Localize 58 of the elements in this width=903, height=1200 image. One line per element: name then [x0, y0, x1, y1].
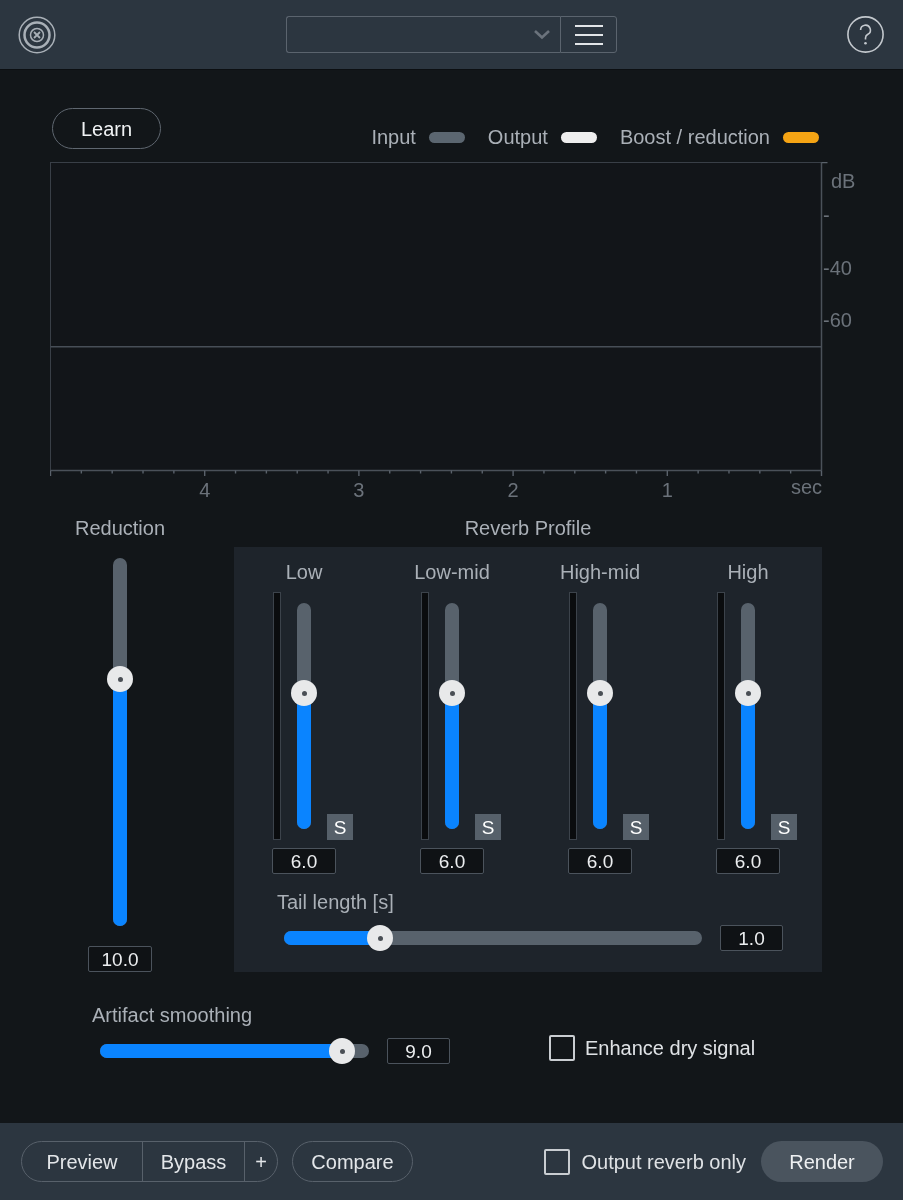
help-icon[interactable]	[847, 16, 884, 53]
slider-thumb[interactable]	[329, 1038, 356, 1064]
control-label: Reverb Profile	[464, 516, 592, 540]
render-button[interactable]: Render	[761, 1141, 883, 1182]
checkbox[interactable]	[544, 1148, 571, 1175]
control-label: High-mid	[560, 560, 640, 584]
value-field[interactable]: 6.0	[420, 848, 484, 874]
slider-thumb[interactable]	[735, 680, 761, 707]
solo-button[interactable]: S	[623, 814, 649, 840]
chevron-down-icon	[533, 29, 551, 40]
menu-icon	[574, 23, 603, 46]
vertical-slider[interactable]	[107, 558, 133, 926]
value-field[interactable]: 1.0	[720, 925, 783, 951]
horizontal-slider[interactable]	[100, 1038, 369, 1064]
legend-label: Input	[371, 125, 416, 149]
x-axis-label: sec	[790, 476, 822, 498]
solo-button[interactable]: S	[327, 814, 353, 840]
legend-label: Output	[487, 125, 548, 149]
bypass-button[interactable]: Bypass	[142, 1142, 244, 1181]
x-tick-label: 2	[507, 479, 519, 501]
control-label: High	[727, 560, 769, 584]
value-field[interactable]: 6.0	[272, 848, 336, 874]
slider-thumb[interactable]	[291, 680, 317, 707]
checkbox-label: Output reverb only	[581, 1149, 746, 1174]
logo-icon[interactable]	[18, 15, 56, 54]
y-tick-label: -40	[823, 256, 852, 279]
add-button[interactable]: +	[244, 1142, 277, 1181]
solo-button[interactable]: S	[771, 814, 797, 840]
y-axis-label: dB	[831, 170, 856, 192]
y-tick-label: -	[823, 204, 830, 227]
vertical-slider[interactable]	[291, 603, 317, 829]
control-label: Tail length [s]	[277, 890, 394, 914]
control-label: Artifact smoothing	[92, 1003, 253, 1027]
x-tick-label: 4	[199, 479, 211, 501]
vertical-slider[interactable]	[735, 603, 761, 829]
control-label: Low-mid	[414, 560, 490, 584]
horizontal-slider[interactable]	[284, 925, 702, 951]
control-label: Low	[285, 560, 323, 584]
slider-thumb[interactable]	[587, 680, 613, 707]
preview-button[interactable]: Preview	[22, 1142, 142, 1181]
menu-button[interactable]	[560, 16, 617, 53]
value-field[interactable]: 6.0	[716, 848, 780, 874]
checkbox[interactable]	[549, 1035, 575, 1061]
slider-thumb[interactable]	[367, 925, 394, 951]
solo-button[interactable]: S	[475, 814, 501, 840]
value-field[interactable]: 9.0	[387, 1038, 450, 1064]
x-tick-label: 1	[661, 479, 673, 501]
checkbox-label: Enhance dry signal	[585, 1036, 756, 1060]
vertical-slider[interactable]	[587, 603, 613, 829]
x-tick-label: 3	[353, 479, 365, 501]
slider-thumb[interactable]	[107, 666, 133, 693]
value-field[interactable]: 10.0	[88, 946, 152, 972]
slider-thumb[interactable]	[439, 680, 465, 707]
control-label: Reduction	[74, 516, 166, 540]
y-tick-label: -60	[823, 309, 852, 332]
legend-label: Boost / reduction	[619, 125, 770, 149]
value-field[interactable]: 6.0	[568, 848, 632, 874]
vertical-slider[interactable]	[439, 603, 465, 829]
